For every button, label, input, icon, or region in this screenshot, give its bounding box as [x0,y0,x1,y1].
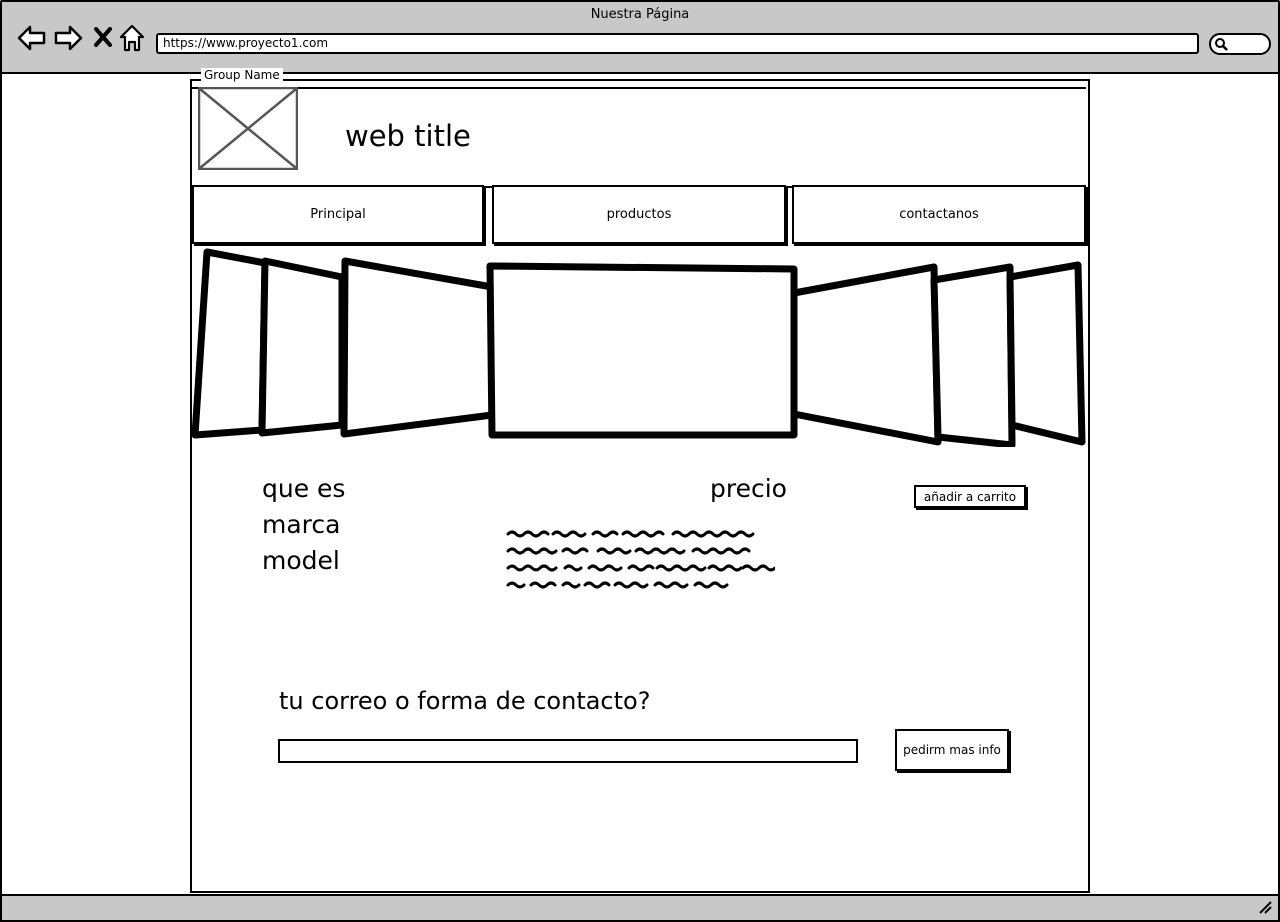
product-what-label: que es [262,474,346,503]
carousel-slide-left [258,257,346,437]
image-carousel[interactable] [190,247,1088,447]
lorem-scribble-text [506,530,775,589]
tab-label: contactanos [899,207,979,222]
window-title: Nuestra Página [590,7,690,22]
arrow-right-icon[interactable] [53,24,83,52]
browser-status-bar [0,894,1280,922]
tab-label: Principal [310,207,366,222]
tab-principal[interactable]: Principal [192,185,484,244]
carousel-slide-right [930,263,1016,447]
address-bar[interactable]: https://www.proyecto1.com [156,33,1199,54]
contact-input[interactable] [278,739,858,763]
add-to-cart-label: añadir a carrito [923,489,1017,504]
tab-label: productos [606,207,672,222]
carousel-slide-near-right [790,263,942,446]
request-info-button[interactable]: pedirm mas info [895,729,1009,771]
tab-contactanos[interactable]: contactanos [792,185,1086,244]
home-icon[interactable] [119,24,145,52]
page-title: web title [345,119,471,153]
site-header [192,87,1086,188]
browser-toolbar: Nuestra Página https://www.proyecto1.com [0,0,1280,74]
product-brand-label: marca [262,510,341,539]
resize-grip-icon[interactable] [1258,900,1272,914]
arrow-left-icon[interactable] [17,24,47,52]
carousel-slide-near-left [340,257,496,438]
carousel-slide-far-right [1006,261,1086,446]
browser-search-box[interactable] [1209,33,1271,55]
add-to-cart-button[interactable]: añadir a carrito [914,485,1026,508]
product-model-label: model [262,546,340,575]
request-info-label: pedirm mas info [903,743,1001,757]
close-icon[interactable] [94,27,112,47]
product-price-label: precio [710,474,787,503]
search-icon [1215,38,1228,51]
tab-productos[interactable]: productos [492,185,786,244]
carousel-slide-far-left [191,248,269,439]
contact-question: tu correo o forma de contacto? [279,687,651,715]
image-placeholder-icon [198,87,298,170]
carousel-slide-center [486,262,798,439]
group-label: Group Name [201,68,283,82]
